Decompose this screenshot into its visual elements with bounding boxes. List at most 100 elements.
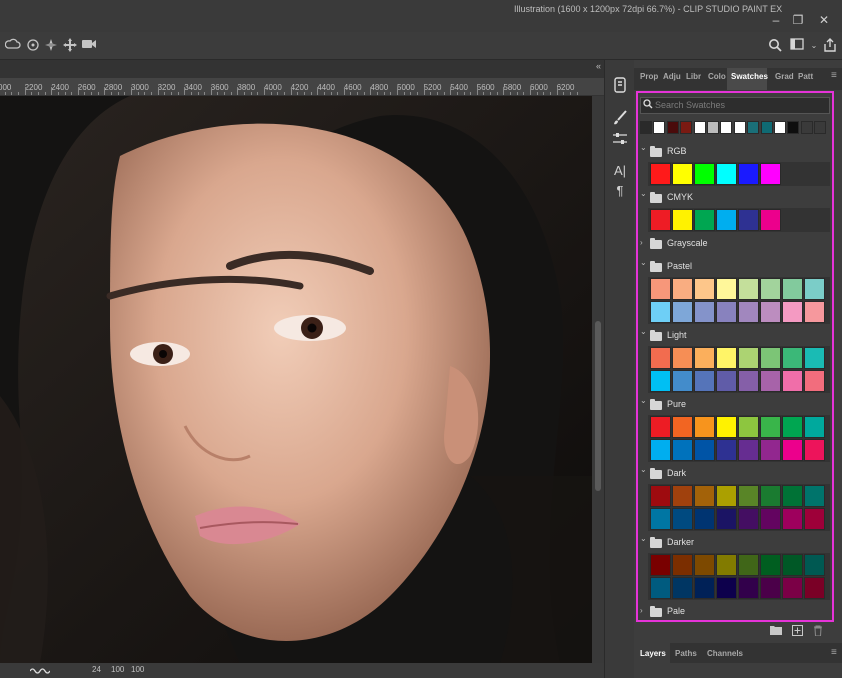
tab-adjustments[interactable]: Adju (663, 72, 681, 81)
recent-swatch[interactable] (787, 121, 800, 134)
color-swatch[interactable] (760, 577, 781, 599)
chevron-down-icon[interactable]: ⌄ (640, 465, 647, 474)
recent-swatch[interactable] (720, 121, 733, 134)
layers-menu-icon[interactable]: ≡ (831, 647, 837, 658)
color-swatch[interactable] (716, 577, 737, 599)
color-swatch[interactable] (694, 577, 715, 599)
restore-button[interactable]: ❐ (788, 12, 808, 28)
color-swatch[interactable] (672, 163, 693, 185)
color-swatch[interactable] (738, 577, 759, 599)
color-swatch[interactable] (804, 301, 825, 323)
color-swatch[interactable] (694, 508, 715, 530)
color-swatch[interactable] (650, 485, 671, 507)
color-swatch[interactable] (672, 554, 693, 576)
color-swatch[interactable] (760, 485, 781, 507)
chevron-down-icon[interactable]: ⌄ (806, 38, 822, 54)
color-swatch[interactable] (650, 209, 671, 231)
color-swatch[interactable] (738, 416, 759, 438)
layers-icon[interactable] (612, 77, 628, 93)
color-swatch[interactable] (694, 439, 715, 461)
color-swatch[interactable] (672, 347, 693, 369)
color-swatch[interactable] (716, 278, 737, 300)
color-swatch[interactable] (650, 347, 671, 369)
color-swatch[interactable] (716, 554, 737, 576)
color-swatch[interactable] (672, 209, 693, 231)
color-swatch[interactable] (760, 278, 781, 300)
canvas-artwork[interactable] (0, 96, 592, 663)
color-swatch[interactable] (760, 439, 781, 461)
color-swatch[interactable] (738, 508, 759, 530)
tab-color[interactable]: Colo (708, 72, 726, 81)
chevron-down-icon[interactable]: ⌄ (640, 327, 647, 336)
swatch-group-grayscale[interactable]: › Grayscale (640, 238, 830, 252)
layout-icon[interactable] (789, 38, 805, 54)
color-swatch[interactable] (738, 347, 759, 369)
color-swatch[interactable] (672, 577, 693, 599)
recent-swatch[interactable] (707, 121, 719, 134)
color-swatch[interactable] (782, 577, 803, 599)
color-swatch[interactable] (760, 508, 781, 530)
recent-swatch[interactable] (733, 121, 746, 134)
color-swatch[interactable] (716, 508, 737, 530)
trash-icon[interactable] (813, 625, 823, 639)
brush-icon[interactable] (612, 110, 628, 126)
recent-swatch[interactable] (760, 121, 773, 134)
color-swatch[interactable] (716, 416, 737, 438)
share-icon[interactable] (822, 38, 838, 54)
swatch-group-pastel[interactable]: ⌄ Pastel (640, 258, 830, 275)
color-swatch[interactable] (694, 209, 715, 231)
paragraph-icon[interactable]: ¶ (612, 183, 628, 199)
tab-paths[interactable]: Paths (675, 649, 697, 658)
color-swatch[interactable] (782, 485, 803, 507)
color-swatch[interactable] (782, 301, 803, 323)
swatch-group-pale[interactable]: › Pale (640, 606, 830, 620)
color-swatch[interactable] (782, 554, 803, 576)
color-swatch[interactable] (672, 278, 693, 300)
color-swatch[interactable] (760, 163, 781, 185)
minimize-button[interactable]: – (766, 12, 786, 28)
color-swatch[interactable] (738, 163, 759, 185)
chevron-down-icon[interactable]: ⌄ (640, 189, 647, 198)
tab-libraries[interactable]: Libr (686, 72, 701, 81)
color-swatch[interactable] (804, 577, 825, 599)
recent-swatch[interactable] (653, 121, 666, 134)
color-swatch[interactable] (738, 278, 759, 300)
color-swatch[interactable] (804, 439, 825, 461)
tab-gradients[interactable]: Grad (775, 72, 794, 81)
chevron-down-icon[interactable]: ⌄ (640, 258, 647, 267)
color-swatch[interactable] (694, 416, 715, 438)
swatch-group-cmyk[interactable]: ⌄ CMYK (640, 189, 830, 206)
recent-swatch[interactable] (814, 121, 827, 134)
color-swatch[interactable] (804, 508, 825, 530)
color-swatch[interactable] (694, 485, 715, 507)
recent-swatch[interactable] (800, 121, 813, 134)
tab-channels[interactable]: Channels (707, 649, 743, 658)
search-icon[interactable] (767, 38, 783, 54)
color-swatch[interactable] (760, 301, 781, 323)
close-button[interactable]: ✕ (814, 12, 834, 28)
color-swatch[interactable] (760, 554, 781, 576)
text-icon[interactable]: A| (612, 163, 628, 179)
chevron-down-icon[interactable]: ⌄ (640, 534, 647, 543)
collapse-left-icon[interactable]: « (596, 61, 601, 71)
tab-layers[interactable]: Layers (640, 649, 666, 658)
color-swatch[interactable] (694, 347, 715, 369)
color-swatch[interactable] (672, 439, 693, 461)
search-swatches-field[interactable]: Search Swatches (640, 97, 830, 114)
color-swatch[interactable] (716, 370, 737, 392)
color-swatch[interactable] (672, 416, 693, 438)
color-swatch[interactable] (804, 278, 825, 300)
color-swatch[interactable] (650, 370, 671, 392)
color-swatch[interactable] (694, 301, 715, 323)
swatch-group-light[interactable]: ⌄ Light (640, 327, 830, 344)
color-swatch[interactable] (804, 554, 825, 576)
recent-swatch[interactable] (640, 121, 652, 134)
new-swatch-icon[interactable] (792, 625, 803, 639)
color-swatch[interactable] (804, 416, 825, 438)
chevron-right-icon[interactable]: › (640, 606, 643, 615)
chevron-down-icon[interactable]: ⌄ (640, 396, 647, 405)
tab-patterns[interactable]: Patt (798, 72, 813, 81)
color-swatch[interactable] (760, 347, 781, 369)
color-swatch[interactable] (650, 163, 671, 185)
color-swatch[interactable] (804, 347, 825, 369)
